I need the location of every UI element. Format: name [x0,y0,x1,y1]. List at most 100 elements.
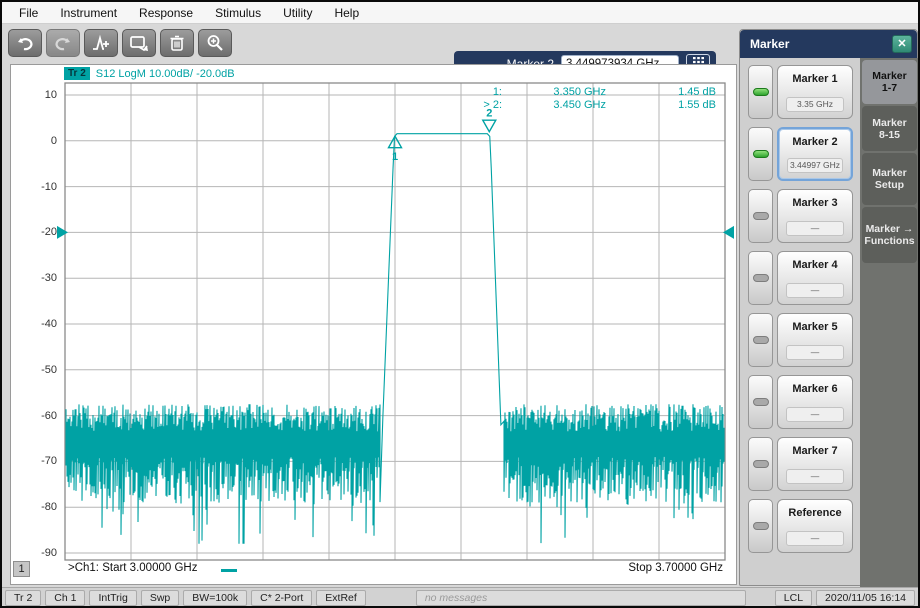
menu-help[interactable]: Help [325,4,368,22]
y-tick-label: -10 [17,181,57,193]
undo-icon [15,34,35,52]
y-tick-label: -20 [17,226,57,238]
y-tick-label: -30 [17,272,57,284]
marker-enabled-led [753,336,769,344]
tab-marker-8-15[interactable]: Marker8-15 [862,106,917,151]
marker-enabled-led [753,274,769,282]
delete-button[interactable] [160,29,194,57]
marker-toggle-button[interactable] [748,375,773,429]
display-setup-icon [129,34,149,52]
marker-button-value: 3.44997 GHz [787,158,843,173]
marker-button[interactable]: Marker 3 — [777,189,853,243]
panel-title: Marker [750,37,892,51]
marker1-frequency: 3.350 GHz [502,86,606,99]
marker-button-value: — [786,221,844,236]
marker1-level: 1.45 dB [606,86,716,99]
menu-instrument[interactable]: Instrument [51,4,126,22]
status-message: no messages [416,590,746,606]
marker-button[interactable]: Marker 2 3.44997 GHz [777,127,853,181]
marker-toggle-button[interactable] [748,251,773,305]
marker-button-label: Marker 3 [778,197,852,209]
status-bar: Tr 2 Ch 1 IntTrig Swp BW=100k C* 2-Port … [2,587,918,608]
marker-button-label: Reference [778,507,852,519]
marker-button[interactable]: Marker 1 3.35 GHz [777,65,853,119]
marker-button-label: Marker 2 [779,136,851,148]
softkey-tab-column: Marker1-7Marker8-15MarkerSetupMarker →Fu… [860,58,919,587]
y-tick-label: 0 [17,135,57,147]
status-remote-local: LCL [775,590,812,606]
marker-button-value: — [786,531,844,546]
marker-button-label: Marker 5 [778,321,852,333]
marker-button-label: Marker 7 [778,445,852,457]
tab-marker-setup[interactable]: MarkerSetup [862,153,917,205]
marker-toggle-button[interactable] [748,437,773,491]
y-tick-label: -50 [17,364,57,376]
marker-readout-row-2: > 2: 3.450 GHz 1.55 dB [468,99,716,112]
marker-button-value: — [786,407,844,422]
svg-text:1: 1 [392,151,398,163]
marker-button[interactable]: Marker 6 — [777,375,853,429]
marker-toggle-button[interactable] [748,313,773,367]
marker-enabled-led [753,212,769,220]
status-bandwidth: BW=100k [183,590,247,606]
marker-enabled-led [753,398,769,406]
marker2-id: > 2: [468,99,502,112]
stop-frequency-label: Stop 3.70000 GHz [628,562,723,574]
menu-response[interactable]: Response [130,4,202,22]
marker-readout-row-1: 1: 3.350 GHz 1.45 dB [468,86,716,99]
marker-enabled-led [753,150,769,158]
status-trigger: IntTrig [89,590,136,606]
status-trace: Tr 2 [5,590,41,606]
status-calibration: C* 2-Port [251,590,312,606]
marker2-frequency: 3.450 GHz [502,99,606,112]
marker-button[interactable]: Marker 7 — [777,437,853,491]
marker-button-label: Marker 6 [778,383,852,395]
zoom-button[interactable] [198,29,232,57]
marker2-level: 1.55 dB [606,99,716,112]
panel-titlebar: Marker ✕ [740,30,917,58]
plot-area[interactable]: 12 [11,65,738,586]
marker-button-value: — [786,345,844,360]
display-setup-button[interactable] [122,29,156,57]
tab-marker-1-7[interactable]: Marker1-7 [862,60,917,104]
status-datetime: 2020/11/05 16:14 [816,590,915,606]
marker-button-label: Marker 1 [778,73,852,85]
start-frequency-label: >Ch1: Start 3.00000 GHz [68,562,197,574]
marker-toggle-button[interactable] [748,499,773,553]
menu-stimulus[interactable]: Stimulus [206,4,270,22]
marker-button-value: — [786,283,844,298]
trace-color-chip [221,569,237,572]
chart-footer: 1 >Ch1: Start 3.00000 GHz Stop 3.70000 G… [11,560,736,584]
redo-button[interactable] [46,29,80,57]
marker-button-value: — [786,469,844,484]
measurement-display[interactable]: Tr 2 S12 LogM 10.00dB/ -20.0dB 12 100-10… [10,64,737,585]
status-extref: ExtRef [316,590,366,606]
add-marker-icon [91,34,111,52]
y-tick-label: -40 [17,318,57,330]
marker-enabled-led [753,522,769,530]
zoom-icon [206,34,224,52]
marker-button-label: Marker 4 [778,259,852,271]
marker-softkey-panel: Marker ✕ Marker 1 3.35 GHz Marker 2 3.44997… [739,29,918,586]
add-marker-button[interactable] [84,29,118,57]
undo-button[interactable] [8,29,42,57]
marker-toggle-button[interactable] [748,127,773,181]
marker-button[interactable]: Marker 5 — [777,313,853,367]
marker-enabled-led [753,88,769,96]
tab-marker-functions[interactable]: Marker →Functions [862,207,917,263]
marker-button[interactable]: Reference — [777,499,853,553]
menu-file[interactable]: File [10,4,47,22]
menu-utility[interactable]: Utility [274,4,321,22]
marker-button[interactable]: Marker 4 — [777,251,853,305]
marker-button-value: 3.35 GHz [786,97,844,112]
vna-application-window: File Instrument Response Stimulus Utilit… [0,0,920,608]
channel-badge: 1 [13,561,30,577]
marker-readout-table: 1: 3.350 GHz 1.45 dB > 2: 3.450 GHz 1.55… [468,86,716,112]
redo-icon [53,34,73,52]
close-icon[interactable]: ✕ [892,35,912,53]
marker-enabled-led [753,460,769,468]
marker-toggle-button[interactable] [748,65,773,119]
marker-toggle-button[interactable] [748,189,773,243]
status-channel: Ch 1 [45,590,85,606]
ref-level-arrow-left [57,226,68,239]
